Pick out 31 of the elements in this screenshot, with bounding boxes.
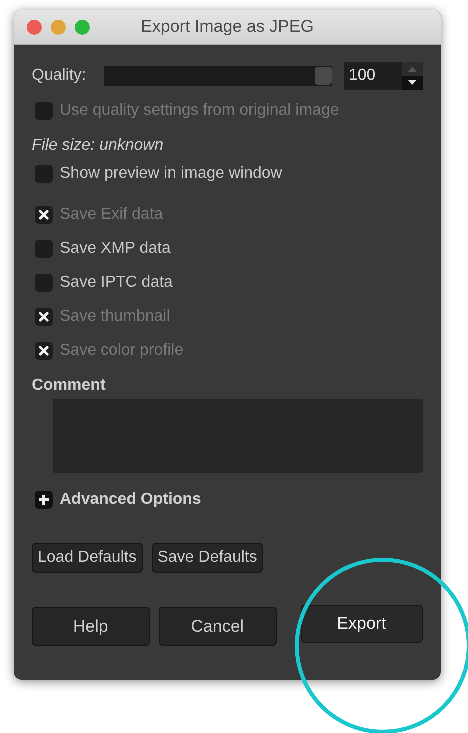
minimize-icon[interactable] [51,20,66,34]
checkbox[interactable] [35,274,53,292]
cross-icon [39,210,49,220]
checkbox[interactable] [35,240,53,258]
quality-spinbox[interactable]: 100 [344,62,423,90]
plus-icon [39,495,49,505]
file-size-text: File size: unknown [32,137,165,155]
dialog-button[interactable]: Cancel [158,607,276,646]
checkbox-label: Save IPTC data [60,274,173,292]
quality-slider[interactable] [104,66,332,86]
checkbox-label: Show preview in image window [60,165,282,183]
dialog-button[interactable]: Export [300,605,423,643]
checkbox-label: Use quality settings from original image [60,102,340,120]
dialog-button[interactable]: Help [32,607,150,646]
cross-icon [39,312,49,322]
cross-icon [39,346,49,356]
close-icon[interactable] [27,20,42,34]
advanced-options-expander[interactable]: Advanced Options [35,491,423,509]
checkbox-label: Save Exif data [60,206,164,224]
quality-label: Quality: [32,67,88,85]
checkbox-label: Save XMP data [60,240,171,258]
checkbox-label: Save thumbnail [60,308,170,326]
checkbox-label: Save color profile [60,342,184,360]
slider-thumb[interactable] [315,67,332,85]
defaults-button[interactable]: Save Defaults [152,543,264,573]
zoom-icon[interactable] [75,20,90,34]
window-title: Export Image as JPEG [141,17,314,36]
comment-label: Comment [32,377,107,395]
decrement-icon[interactable] [402,76,423,90]
checkbox[interactable] [35,165,53,183]
defaults-button[interactable]: Load Defaults [32,543,143,573]
